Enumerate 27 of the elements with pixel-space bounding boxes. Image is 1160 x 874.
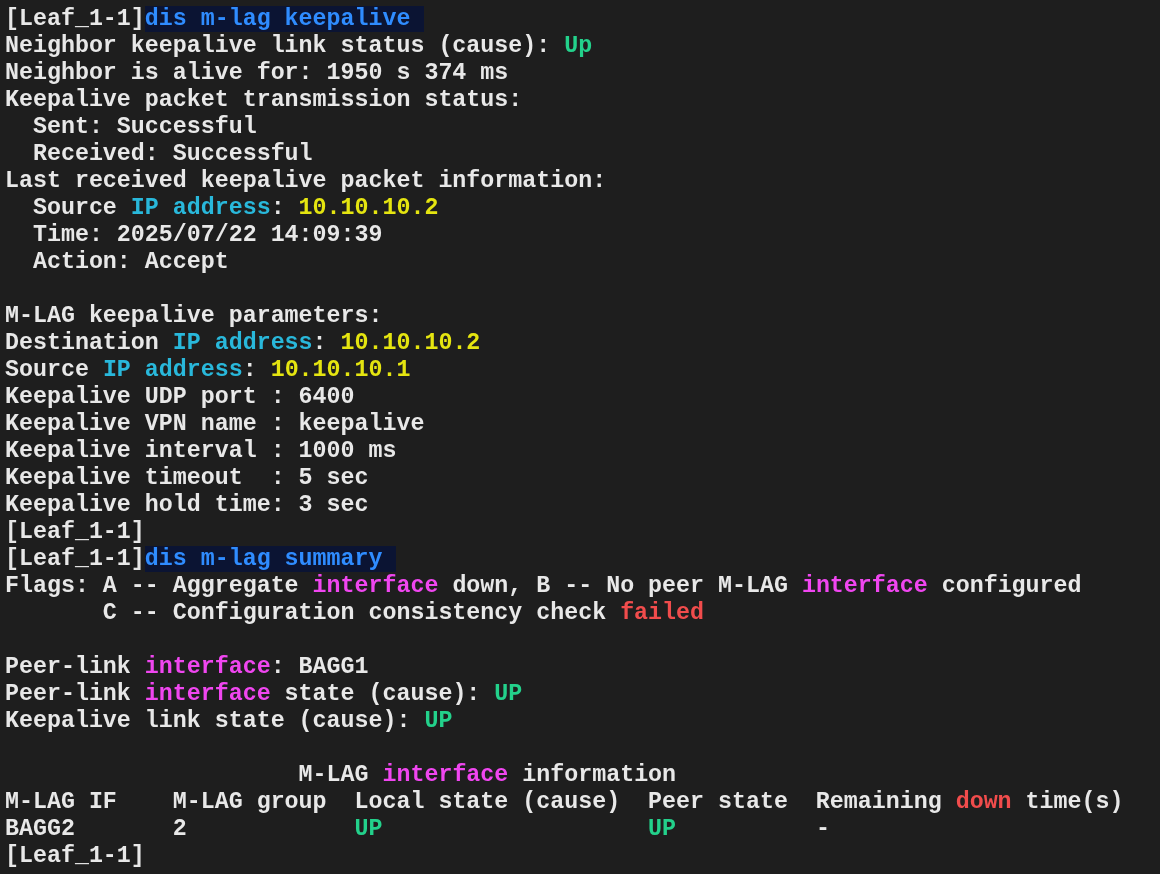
- terminal-line: Keepalive packet transmission status:: [5, 87, 523, 114]
- terminal-line: Destination IP address: 10.10.10.2: [5, 330, 481, 357]
- terminal-line: Source IP address: 10.10.10.1: [5, 357, 411, 384]
- terminal-line: Keepalive hold time: 3 sec: [5, 492, 369, 519]
- terminal-line: Keepalive interval : 1000 ms: [5, 438, 397, 465]
- terminal-line: Received: Successful: [31, 141, 313, 168]
- terminal-line: Keepalive timeout : 5 sec: [5, 465, 369, 492]
- terminal-line: Keepalive link state (cause): UP: [5, 708, 453, 735]
- terminal-line: M-LAG keepalive parameters:: [5, 303, 383, 330]
- terminal-line: BAGG2 2 UP UP -: [5, 816, 830, 843]
- terminal-line: Sent: Successful: [31, 114, 257, 141]
- terminal-line: Action: Accept: [31, 249, 229, 276]
- terminal-line: Last received keepalive packet information:: [5, 168, 607, 195]
- terminal-line: C -- Configuration consistency check failed: [101, 600, 705, 627]
- terminal-line: Peer-link interface state (cause): UP: [5, 681, 523, 708]
- terminal-line: [Leaf_1-1]: [5, 843, 145, 870]
- terminal-line: Source IP address: 10.10.10.2: [31, 195, 439, 222]
- terminal-line: Time: 2025/07/22 14:09:39: [31, 222, 383, 249]
- terminal-line: Flags: A -- Aggregate interface down, B -- No peer M-LAG interface configured: [5, 573, 1082, 600]
- terminal-line: Neighbor is alive for: 1950 s 374 ms: [5, 60, 509, 87]
- terminal-line: Peer-link interface: BAGG1: [5, 654, 369, 681]
- terminal-line: Keepalive VPN name : keepalive: [5, 411, 425, 438]
- terminal-line: Keepalive UDP port : 6400: [5, 384, 355, 411]
- terminal-line: [Leaf_1-1]: [5, 519, 145, 546]
- terminal-line: M-LAG interface information: [297, 762, 677, 789]
- terminal-line: M-LAG IF M-LAG group Local state (cause) Peer state Remaining down time(s): [5, 789, 1124, 816]
- terminal-line: Neighbor keepalive link status (cause): Up: [5, 33, 593, 60]
